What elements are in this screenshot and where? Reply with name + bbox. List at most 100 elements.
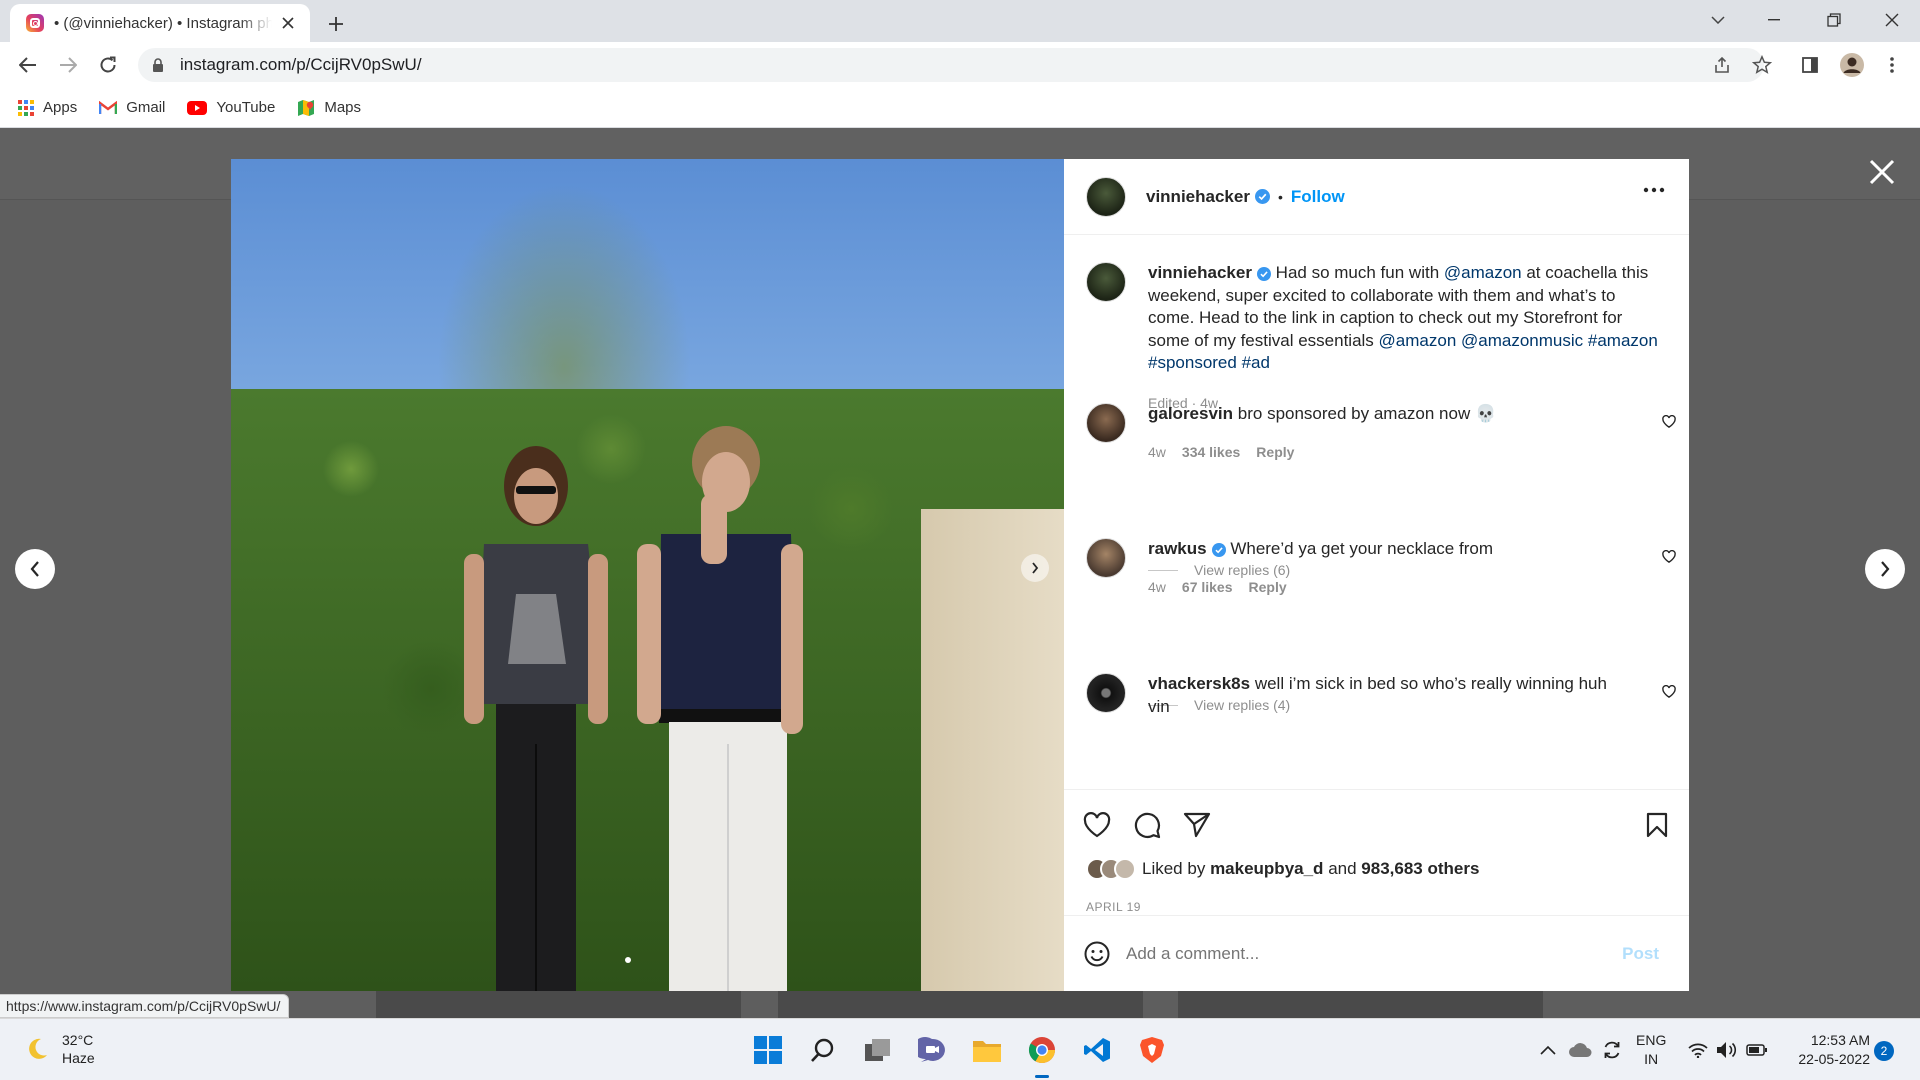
author-avatar[interactable] [1086,176,1126,217]
comment-meta: 4w 67 likes Reply [1148,578,1287,595]
post-photo[interactable] [231,159,1064,991]
gmail-icon [99,100,118,115]
verified-badge-icon [1256,266,1271,281]
comment-username[interactable]: rawkus [1148,539,1207,558]
emoji-icon[interactable] [1084,941,1110,967]
comments-list[interactable]: vinniehacker Had so much fun with @amazo… [1064,236,1689,789]
follow-button[interactable]: Follow [1291,187,1345,207]
previous-post-button[interactable] [15,549,55,589]
heart-icon[interactable] [1662,685,1676,698]
bookmark-gmail[interactable]: Gmail [99,99,165,116]
teams-chat-icon[interactable] [914,1032,950,1068]
post-comment-button[interactable]: Post [1622,944,1659,964]
comment-item: rawkus Where’d ya get your necklace from… [1086,538,1676,595]
task-view-icon[interactable] [860,1032,896,1068]
liked-by-user[interactable]: makeupbya_d [1210,859,1323,879]
search-icon[interactable] [805,1032,841,1068]
background-thumbnail [1178,990,1543,1018]
tab-close-icon[interactable] [278,13,298,33]
comment-likes[interactable]: 67 likes [1182,579,1233,595]
hashtag-link[interactable]: #amazon [1588,331,1658,350]
show-hidden-icons-icon[interactable] [1540,1038,1556,1062]
photo-next-button[interactable] [1021,554,1049,582]
notification-badge[interactable]: 2 [1874,1041,1894,1061]
comment-input[interactable] [1126,943,1606,964]
share-icon[interactable] [1706,49,1738,81]
volume-icon[interactable] [1716,1038,1738,1062]
new-tab-icon[interactable] [322,10,350,38]
liked-by-others[interactable]: 983,683 others [1361,859,1479,879]
address-bar[interactable]: instagram.com/p/CcijRV0pSwU/ [138,48,1764,82]
input-language[interactable]: ENG IN [1636,1031,1666,1069]
moon-icon [24,1036,50,1062]
minimize-icon[interactable] [1746,0,1802,40]
comment-bubble-icon[interactable] [1130,808,1164,842]
comment-text: bro sponsored by amazon now 💀 [1233,404,1497,423]
close-modal-icon[interactable] [1864,154,1900,190]
caption-author-avatar[interactable] [1086,262,1126,302]
back-arrow-icon[interactable] [12,49,44,81]
youtube-icon [187,100,208,115]
verified-badge-icon [1211,542,1226,557]
system-clock[interactable]: 12:53 AM 22-05-2022 [1780,1031,1870,1069]
battery-icon[interactable] [1746,1038,1768,1062]
bookmark-apps[interactable]: Apps [18,99,77,116]
comment-username[interactable]: galoresvin [1148,404,1233,423]
add-comment-form: Post [1064,915,1689,991]
bookmark-star-icon[interactable] [1746,49,1778,81]
reply-button[interactable]: Reply [1256,444,1294,460]
browser-tab-active[interactable]: • (@vinniehacker) • Instagram photos [10,4,310,42]
comment-meta: 4w 334 likes Reply [1148,443,1295,460]
heart-icon[interactable] [1662,550,1676,563]
like-heart-icon[interactable] [1080,808,1114,842]
commenter-avatar[interactable] [1086,673,1126,713]
tab-title: • (@vinniehacker) • Instagram photos [54,14,272,32]
url-text[interactable]: instagram.com/p/CcijRV0pSwU/ [180,55,422,75]
brave-icon[interactable] [1134,1032,1170,1068]
caption-username[interactable]: vinniehacker [1148,263,1252,282]
vscode-icon[interactable] [1079,1032,1115,1068]
hashtag-link[interactable]: #sponsored [1148,353,1237,372]
chrome-icon[interactable] [1024,1032,1060,1068]
heart-icon[interactable] [1662,415,1676,428]
hashtag-link[interactable]: #ad [1242,353,1270,372]
background-thumbnail [778,990,1143,1018]
side-panel-icon[interactable] [1794,49,1826,81]
liked-by: Liked by makeupbya_d and 983,683 others [1086,858,1479,880]
tab-search-chevron-icon[interactable] [1690,0,1746,40]
onedrive-cloud-icon[interactable] [1568,1038,1592,1062]
profile-avatar[interactable] [1836,49,1868,81]
wifi-icon[interactable] [1688,1038,1708,1062]
restore-icon[interactable] [1806,0,1862,40]
forward-arrow-icon[interactable] [52,49,84,81]
clock-time: 12:53 AM [1810,1032,1870,1048]
bookmark-youtube[interactable]: YouTube [187,99,275,116]
more-options-icon[interactable] [1643,187,1665,193]
mention-link[interactable]: @amazon [1444,263,1522,282]
chrome-menu-icon[interactable] [1876,49,1908,81]
comment-likes[interactable]: 334 likes [1182,444,1240,460]
mention-link[interactable]: @amazonmusic [1461,331,1583,350]
author-username[interactable]: vinniehacker [1146,187,1250,207]
page-content: vinniehacker • Follow vinniehacker Had s… [0,128,1920,1018]
weather-condition: Haze [62,1050,95,1066]
commenter-avatar[interactable] [1086,403,1126,443]
mention-link[interactable]: @amazon [1379,331,1457,350]
reply-button[interactable]: Reply [1249,579,1287,595]
sync-icon[interactable] [1602,1038,1622,1062]
file-explorer-icon[interactable] [969,1032,1005,1068]
bookmark-maps[interactable]: Maps [297,99,361,117]
share-send-icon[interactable] [1180,808,1214,842]
comment-username[interactable]: vhackersk8s [1148,674,1250,693]
next-post-button[interactable] [1865,549,1905,589]
reload-icon[interactable] [92,49,124,81]
post-date[interactable]: APRIL 19 [1086,900,1141,914]
weather-widget[interactable]: 32°C Haze [24,1031,95,1067]
save-bookmark-icon[interactable] [1640,808,1674,842]
comment-item: vhackersk8s well i’m sick in bed so who’… [1086,673,1676,718]
lock-icon[interactable] [152,58,164,72]
windows-start-icon[interactable] [750,1032,786,1068]
window-close-icon[interactable] [1864,0,1920,40]
instagram-favicon-icon [26,14,44,32]
commenter-avatar[interactable] [1086,538,1126,578]
